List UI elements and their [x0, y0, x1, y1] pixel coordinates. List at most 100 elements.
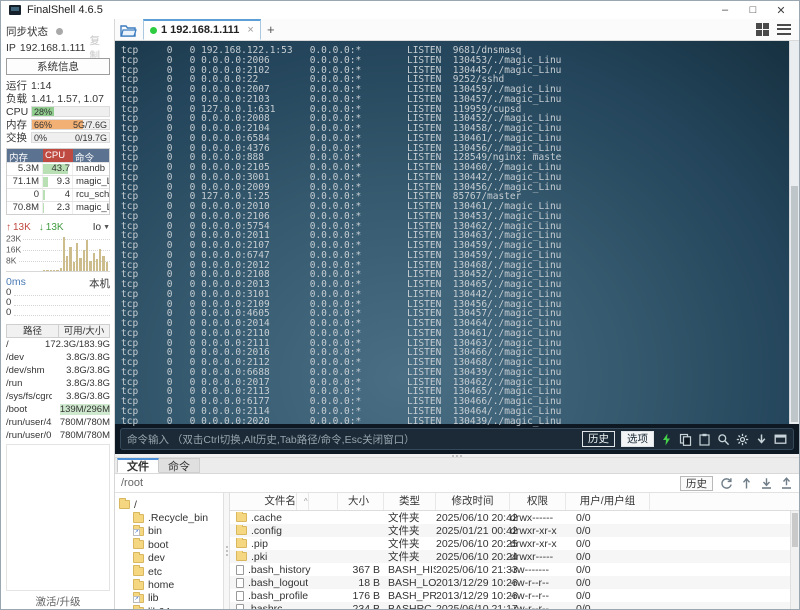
file-row[interactable]: .pip 文件夹 2025/06/10 20:25 drwxr-xr-x 0/0 — [230, 537, 799, 550]
paste-icon[interactable] — [698, 433, 711, 446]
tree-item-recyclebin[interactable]: .Recycle_bin — [119, 511, 223, 524]
process-header-cpu[interactable]: CPU — [43, 149, 73, 162]
command-options-button[interactable]: 选项 — [621, 431, 654, 447]
lightning-icon[interactable] — [660, 433, 673, 446]
close-button[interactable]: ✕ — [767, 2, 795, 18]
net-ytick: 8K — [6, 255, 19, 266]
tab-close-icon[interactable]: × — [247, 24, 253, 36]
file-row[interactable]: .config 文件夹 2025/01/21 00:42 drwxr-xr-x 0/0 — [230, 524, 799, 537]
file-row[interactable]: .bash_logout 18 B BASH_LO...2013/12/29 10:… — [230, 576, 799, 589]
tab-commands[interactable]: 命令 — [159, 458, 200, 473]
tree-item-label: dev — [148, 552, 165, 565]
header-perm[interactable]: 权限 — [510, 493, 566, 510]
layout-grid-icon[interactable] — [756, 23, 769, 36]
header-type[interactable]: 类型 — [384, 493, 436, 510]
disk-row[interactable]: /run/user/0 780M/780M — [6, 429, 110, 442]
tree-item-lib64[interactable]: lib64 — [119, 605, 223, 609]
net-bar — [95, 259, 99, 271]
disk-table[interactable]: 路径 可用/大小 / 172.3G/183.9G/dev 3.8G/3.8G/dev… — [6, 324, 110, 442]
file-list-scrollbar-thumb[interactable] — [792, 513, 798, 547]
arrow-down-icon[interactable] — [755, 433, 768, 446]
process-row[interactable]: 5.3M 43.7 mandb — [7, 162, 109, 175]
minimize-button[interactable]: – — [711, 2, 739, 18]
file-type: 文件夹 — [388, 551, 420, 563]
process-row[interactable]: 04rcu_sched — [7, 188, 109, 201]
maximize-button[interactable]: □ — [739, 2, 767, 18]
tree-item-boot[interactable]: boot — [119, 538, 223, 551]
header-owner[interactable]: 用户/用户组 — [566, 493, 650, 510]
tree-item-lib[interactable]: lib — [119, 591, 223, 605]
refresh-icon[interactable] — [720, 477, 733, 490]
tree-splitter-handle[interactable] — [223, 493, 230, 609]
file-row[interactable]: .pki 文件夹 2025/06/10 20:24 drwxr----- 0/0 — [230, 550, 799, 563]
disk-row[interactable]: /dev/shm 3.8G/3.8G — [6, 364, 110, 377]
gear-icon[interactable] — [736, 433, 749, 446]
memory-detail: 5G/7.6G — [72, 120, 107, 130]
file-row[interactable]: .bash_history 367 B BASH_HIS...2025/06/10 … — [230, 563, 799, 576]
tree-item-[interactable]: / — [119, 498, 223, 511]
new-tab-button[interactable]: + — [261, 22, 281, 37]
disk-row[interactable]: /dev 3.8G/3.8G — [6, 351, 110, 364]
download-icon[interactable] — [760, 477, 773, 490]
file-row[interactable]: .cache 文件夹 2025/06/10 20:42 drwx------ 0/0 — [230, 511, 799, 524]
arrow-up-icon[interactable] — [740, 477, 753, 490]
terminal-scrollbar-thumb[interactable] — [791, 186, 798, 422]
directory-tree[interactable]: / .Recycle_binbinbootdevetchomeliblib64 — [115, 493, 223, 609]
tree-item-etc[interactable]: etc — [119, 565, 223, 578]
file-size: 367 B — [352, 563, 380, 576]
header-size[interactable]: 大小 — [338, 493, 384, 510]
process-header-command[interactable]: 命令 — [73, 149, 109, 164]
terminal[interactable]: tcp 0 0 192.168.122.1:53 0.0.0.0:* LISTE… — [115, 41, 799, 426]
process-row[interactable]: 70.8M2.3magic_Lin... — [7, 201, 109, 214]
titlebar: FinalShell 4.6.5 – □ ✕ — [1, 1, 799, 19]
net-bar — [52, 270, 56, 271]
path-history-button[interactable]: 历史 — [680, 475, 713, 491]
net-bar — [92, 253, 95, 271]
disk-row[interactable]: / 172.3G/183.9G — [6, 338, 110, 351]
search-icon[interactable] — [717, 433, 730, 446]
disk-row[interactable]: /sys/fs/cgroup 3.8G/3.8G — [6, 390, 110, 403]
tree-item-label: boot — [148, 538, 169, 551]
header-filename[interactable]: 文件名 ^ — [230, 493, 338, 510]
command-history-button[interactable]: 历史 — [582, 431, 615, 447]
connections-folder-icon[interactable] — [120, 23, 137, 37]
cpu-percent: 28% — [34, 107, 53, 117]
header-mtime[interactable]: 修改时间 — [436, 493, 510, 510]
hamburger-menu-icon[interactable] — [777, 23, 791, 36]
tree-item-bin[interactable]: bin — [119, 524, 223, 538]
monitor-icon[interactable] — [774, 433, 787, 446]
process-row[interactable]: 71.1M9.3magic_Lin... — [7, 175, 109, 188]
command-input[interactable]: 命令输入 （双击Ctrl切换,Alt历史,Tab路径/命令,Esc关闭窗口） 历… — [120, 428, 794, 450]
process-header-memory[interactable]: 内存 — [7, 149, 43, 164]
copy-icon[interactable] — [679, 433, 692, 446]
disk-row[interactable]: /run/user/42 780M/780M — [6, 416, 110, 429]
file-row[interactable]: .bashrc 234 B BASHRC ...2025/06/10 21:17-r… — [230, 602, 799, 609]
swap-detail: 0/19.7G — [74, 133, 107, 143]
net-mode-dropdown[interactable]: Io ▼ — [93, 222, 110, 233]
file-row[interactable]: .bash_profile 176 B BASH_PR...2013/12/29 1… — [230, 589, 799, 602]
ping-header: 0ms 本机 — [6, 276, 110, 290]
system-info-button[interactable]: 系统信息 — [6, 58, 110, 75]
file-list-scrollbar[interactable] — [790, 511, 799, 609]
current-path[interactable]: /root — [121, 477, 673, 489]
disk-row[interactable]: /boot 139M/296M — [6, 403, 110, 416]
process-table[interactable]: 内存 CPU 命令 5.3M43.7mandb71.1M9.3magic_Lin… — [6, 148, 110, 215]
disk-path: /run — [6, 378, 23, 389]
folder-icon — [133, 511, 144, 523]
network-header: ↑ 13K ↓ 13K Io ▼ — [6, 221, 110, 234]
terminal-scrollbar[interactable] — [789, 41, 799, 424]
activate-upgrade-link[interactable]: 激活/升级 — [6, 591, 110, 608]
file-owner: 0/0 — [576, 550, 591, 563]
tree-item-label: etc — [148, 565, 163, 578]
disk-row[interactable]: /run 3.8G/3.8G — [6, 377, 110, 390]
process-memory: 70.8M — [7, 202, 43, 214]
tree-item-dev[interactable]: dev — [119, 551, 223, 565]
upload-icon[interactable] — [780, 476, 793, 490]
tab-files[interactable]: 文件 — [117, 458, 159, 473]
tree-item-home[interactable]: home — [119, 578, 223, 591]
session-tab[interactable]: 1 192.168.1.111 × — [143, 19, 261, 40]
file-owner: 0/0 — [576, 563, 591, 576]
command-input-hint: 命令输入 （双击Ctrl切换,Alt历史,Tab路径/命令,Esc关闭窗口） — [127, 433, 415, 446]
disk-header-path[interactable]: 路径 — [7, 325, 59, 337]
disk-header-size[interactable]: 可用/大小 — [59, 325, 109, 337]
